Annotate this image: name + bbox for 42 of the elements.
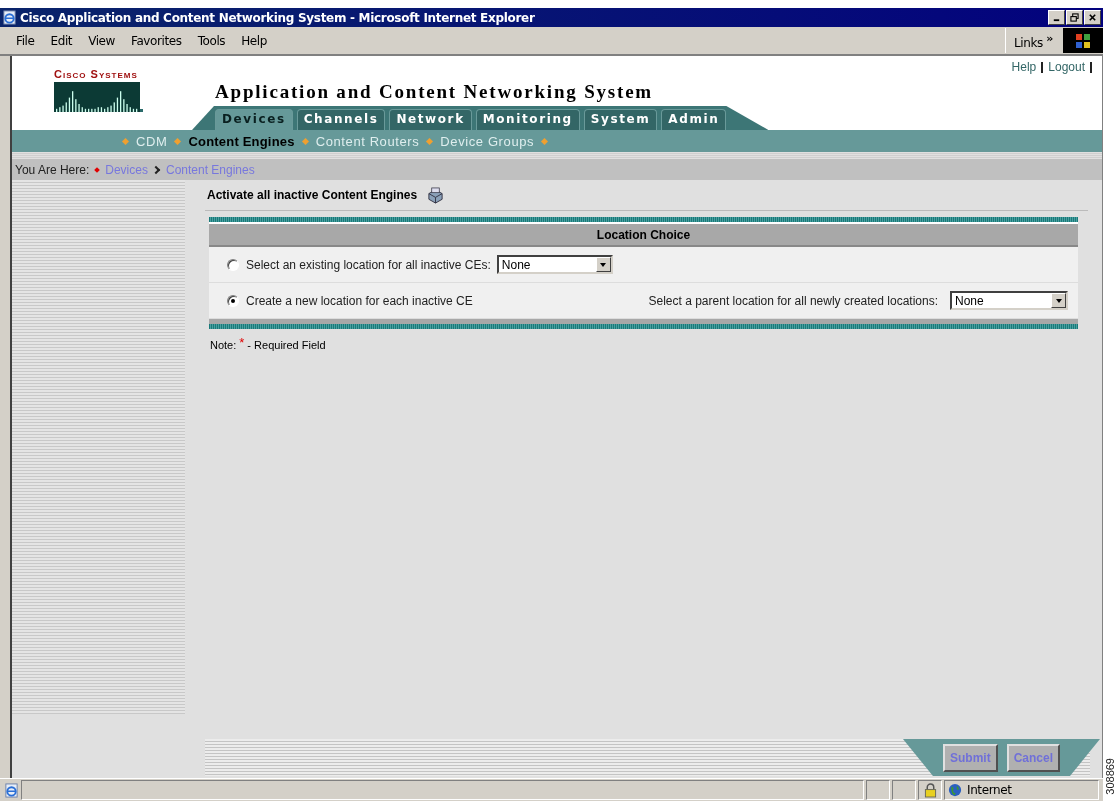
globe-icon: [948, 783, 962, 797]
breadcrumb-label: You Are Here:: [15, 162, 90, 177]
page-heading: Activate all inactive Content Engines: [207, 188, 418, 202]
menu-item[interactable]: Edit: [42, 33, 81, 48]
dropdown-field[interactable]: None: [950, 291, 1068, 310]
subnav-link[interactable]: Content Engines: [188, 133, 295, 149]
logo-text: Cisco Systems: [54, 68, 138, 80]
menu-item[interactable]: Favorites: [123, 33, 190, 48]
browser-icon: [2, 10, 17, 25]
menu-item[interactable]: Tools: [189, 33, 234, 48]
table-header: Location Choice: [209, 222, 1078, 247]
logo-bars-icon: [54, 82, 144, 112]
nav-tab[interactable]: System: [583, 109, 658, 130]
nav-tab[interactable]: Monitoring: [475, 109, 580, 130]
menu-item[interactable]: File: [8, 33, 43, 48]
close-button[interactable]: [1084, 10, 1101, 25]
field-label: Select a parent location for all newly created locations:: [648, 293, 938, 308]
app-title: Application and Content Networking System: [214, 81, 654, 103]
required-mark: *: [239, 335, 245, 350]
nav-tab[interactable]: Devices: [215, 109, 293, 130]
nav-tab[interactable]: Channels: [296, 109, 386, 130]
menu-item[interactable]: Help: [233, 33, 275, 48]
window-title: Cisco Application and Content Networking System - Microsoft Internet Explorer: [20, 10, 535, 25]
header-link[interactable]: Help: [1011, 60, 1037, 74]
nav-tab[interactable]: Network: [389, 109, 472, 130]
option-label: Select an existing location for all inactive CEs:: [246, 257, 491, 272]
restore-icon: [1070, 13, 1079, 22]
lock-icon: [923, 782, 937, 798]
note-text: - Required Field: [247, 339, 326, 351]
dropdown-field[interactable]: None: [496, 255, 613, 274]
page-icon: [4, 782, 19, 798]
note-label: Note:: [210, 339, 237, 351]
minimize-button[interactable]: [1048, 10, 1065, 25]
device-icon: [426, 186, 446, 204]
figure-number: 308869: [1104, 758, 1116, 795]
restore-button[interactable]: [1066, 10, 1083, 25]
nav-tab[interactable]: Admin: [661, 109, 727, 130]
menu-item[interactable]: View: [80, 33, 123, 48]
close-icon: [1088, 13, 1097, 22]
security-zone: Internet: [967, 783, 1012, 797]
header-link[interactable]: Logout: [1048, 60, 1085, 74]
option-label: Create a new location for each inactive CE: [246, 293, 473, 308]
